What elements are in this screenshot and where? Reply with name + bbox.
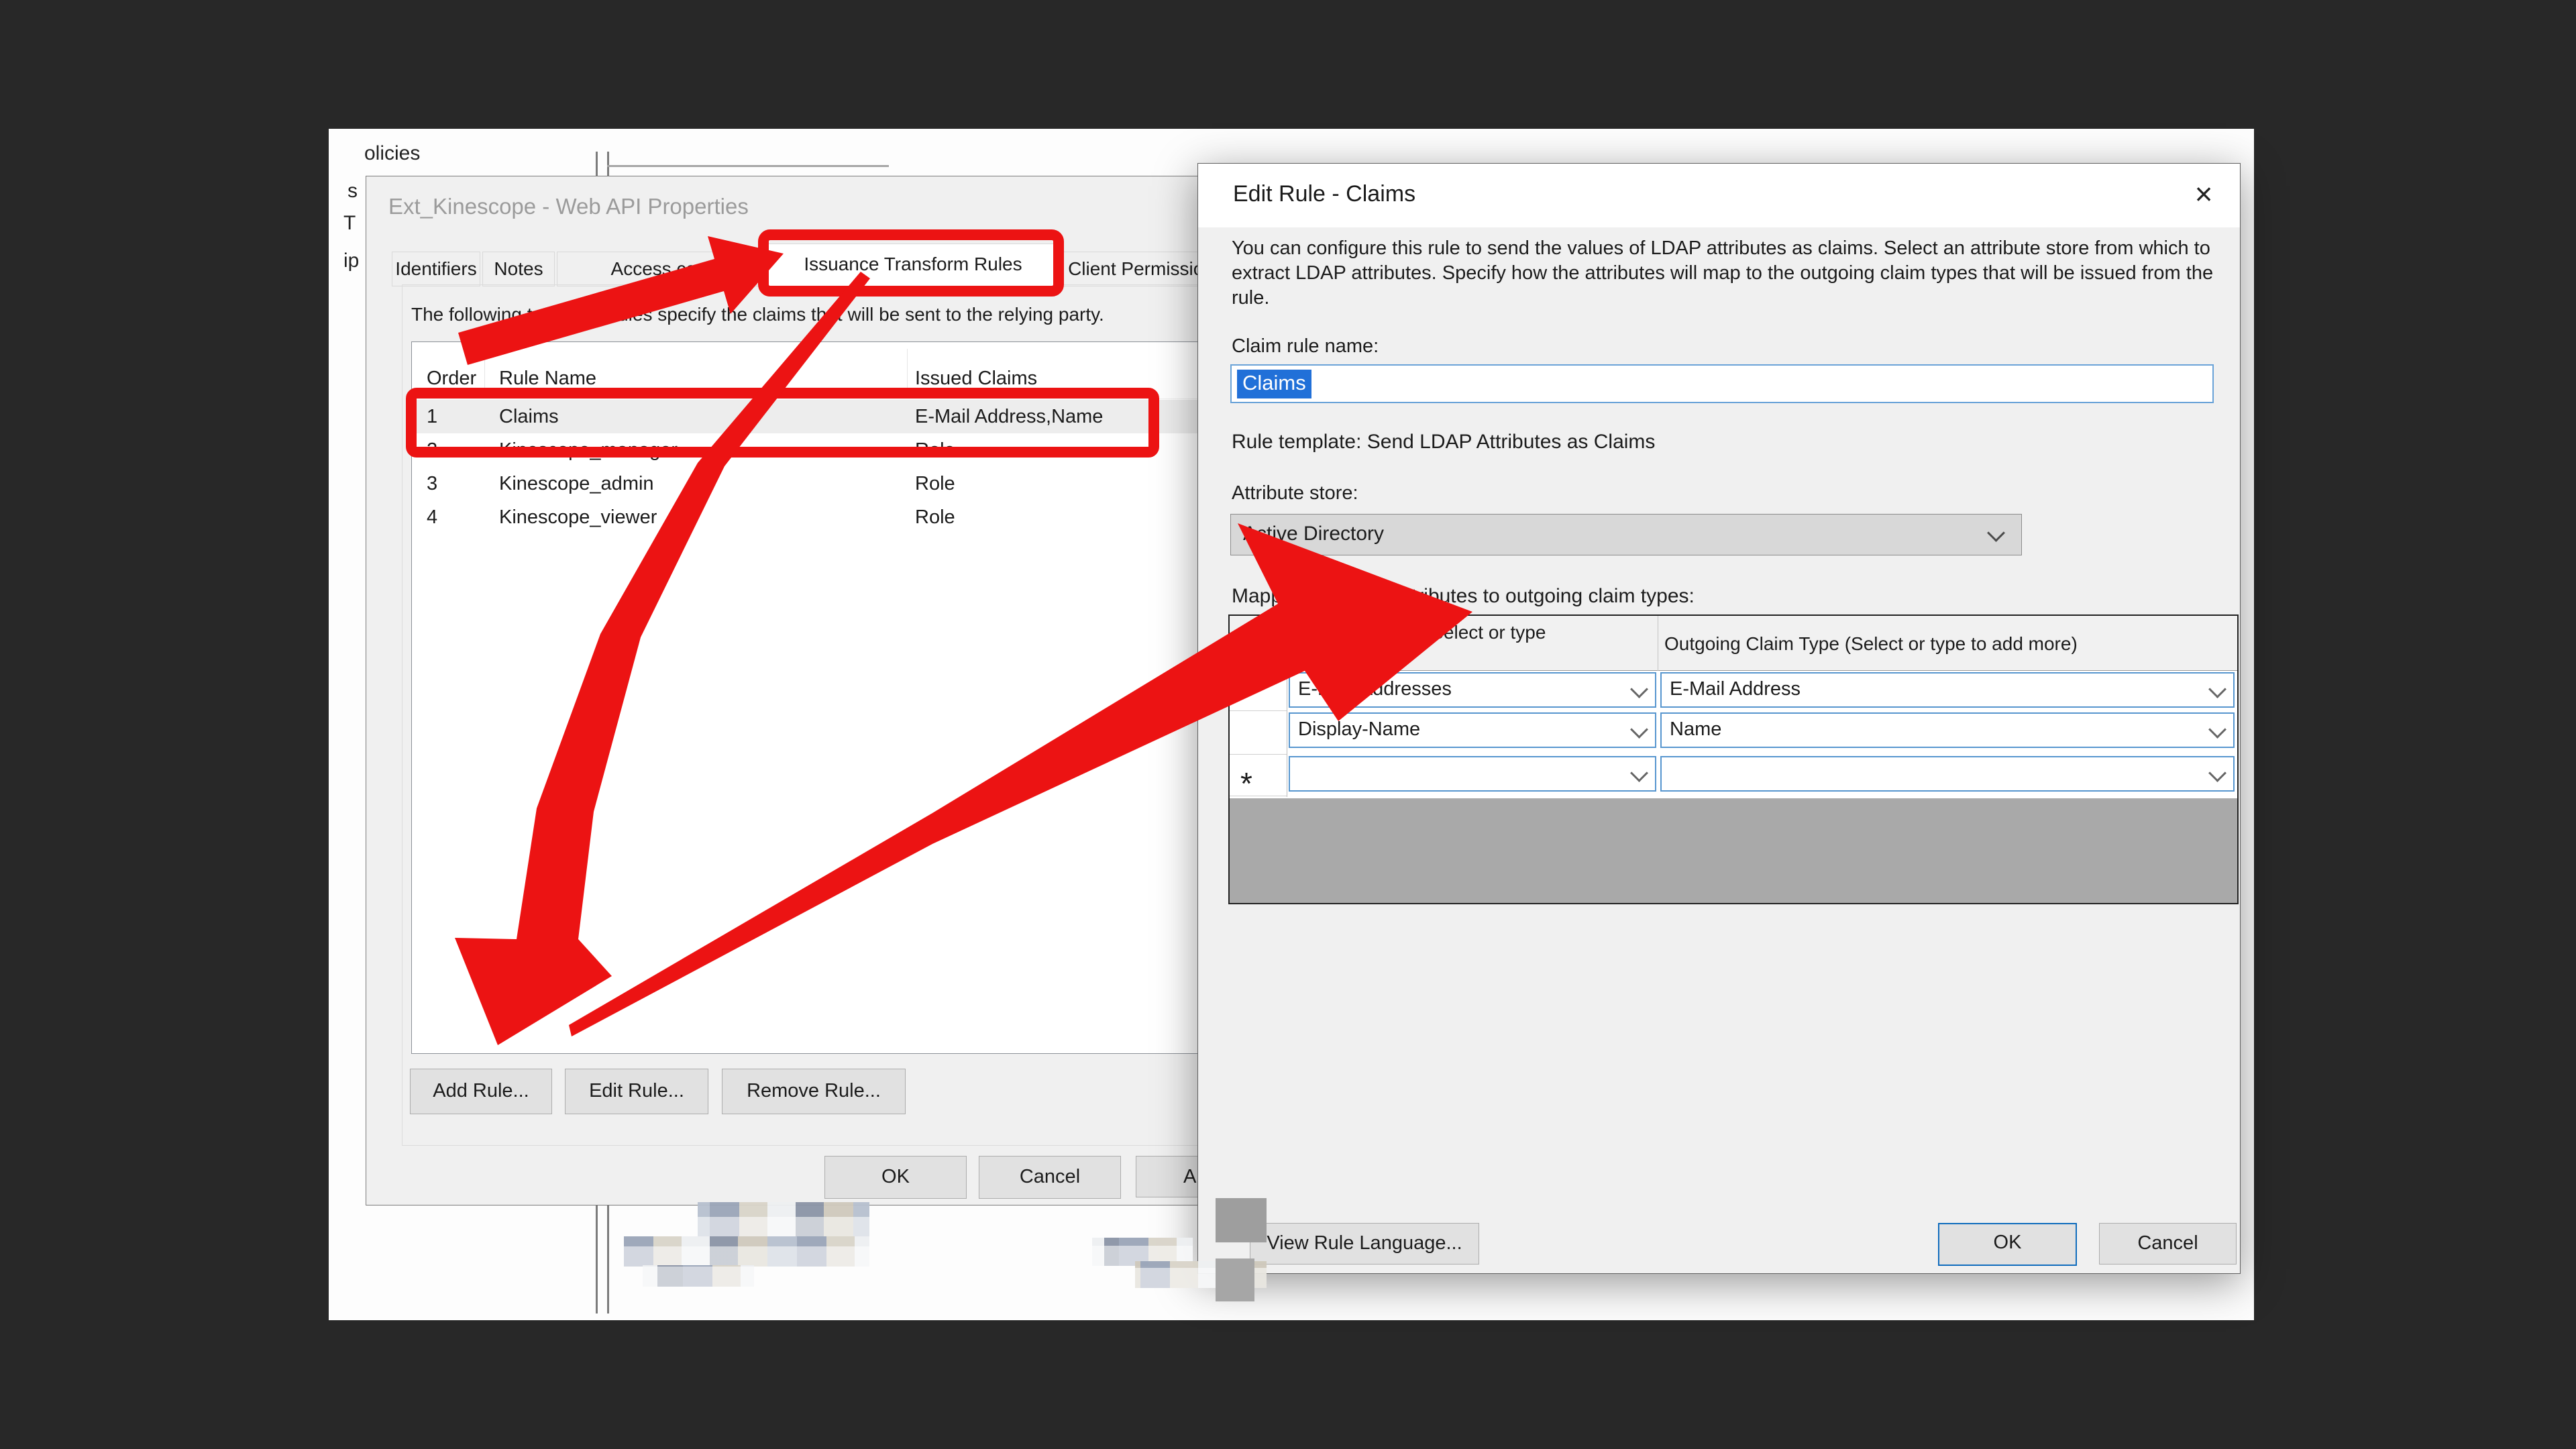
tab-access-control[interactable]: Access cont — [557, 252, 766, 286]
chevron-down-icon — [2208, 720, 2226, 739]
table-row[interactable]: 4 Kinescope_viewer Role — [412, 500, 1203, 534]
cancel-button[interactable]: Cancel — [979, 1156, 1121, 1199]
mapping-label: Mapping of LDAP attributes to outgoing c… — [1232, 585, 1695, 608]
rule-issued-claims: Role — [915, 500, 955, 534]
rule-issued-claims: Role — [915, 433, 955, 467]
close-icon[interactable]: × — [2185, 173, 2222, 215]
current-row-icon: ▶ — [1240, 679, 1255, 701]
edit-rule-button[interactable]: Edit Rule... — [565, 1069, 708, 1114]
outgoing-claim-combobox[interactable]: Name — [1660, 712, 2235, 748]
dialog-title: Ext_Kinescope - Web API Properties — [388, 194, 749, 219]
tab-notes[interactable]: Notes — [482, 252, 555, 286]
chevron-down-icon — [1630, 764, 1648, 782]
mapping-row: Display-Name Name — [1230, 712, 2237, 751]
rule-name: Kinescope_manager — [499, 433, 678, 467]
combobox-value: Name — [1670, 714, 1721, 745]
combobox-value: Display-Name — [1298, 714, 1420, 745]
transform-rules-list[interactable]: Order Rule Name Issued Claims 1 Claims E… — [411, 341, 1204, 1054]
attribute-store-dropdown[interactable]: Active Directory — [1230, 514, 2022, 555]
edit-rule-dialog: Edit Rule - Claims × You can configure t… — [1197, 163, 2241, 1274]
web-api-properties-dialog: Ext_Kinescope - Web API Properties Ident… — [366, 176, 1211, 1205]
table-row[interactable]: 2 Kinescope_manager Role — [412, 433, 1203, 467]
row-separator — [1230, 710, 1287, 711]
mapping-grid: LDAP Attribute (Select or type to add mo… — [1228, 614, 2239, 904]
screenshot-stage: olicies s T ip Ext_Kinescope - Web API P… — [0, 0, 2576, 1449]
background-pane-border — [607, 165, 889, 167]
gray-censor-block — [1216, 1258, 1254, 1301]
rule-issued-claims: Role — [915, 467, 955, 500]
grid-empty-area — [1230, 798, 2237, 903]
rule-issued-claims: E-Mail Address,Name — [915, 400, 1103, 433]
combobox-value: E-Mail Address — [1670, 674, 1801, 705]
row-separator — [1230, 754, 1287, 755]
rule-name: Claims — [499, 400, 559, 433]
add-rule-button[interactable]: Add Rule... — [410, 1069, 552, 1114]
ldap-attribute-combobox[interactable]: E-Mail-Addresses — [1289, 672, 1656, 708]
pixelated-censor-block — [698, 1202, 869, 1237]
column-divider — [907, 349, 908, 393]
mapping-row-new: * — [1230, 756, 2237, 794]
pixelated-censor-block — [624, 1236, 869, 1267]
column-header-rule-name[interactable]: Rule Name — [499, 368, 596, 390]
background-pane-divider — [596, 1201, 609, 1313]
new-row-icon: * — [1240, 765, 1252, 802]
column-header-order[interactable]: Order — [427, 368, 476, 390]
combobox-value: E-Mail-Addresses — [1298, 674, 1452, 705]
pixelated-censor-block — [643, 1265, 754, 1287]
claim-rule-name-label: Claim rule name: — [1232, 335, 1379, 358]
header-separator — [412, 398, 1203, 399]
mapping-row: ▶ E-Mail-Addresses E-Mail Address — [1230, 672, 2237, 710]
gray-censor-block — [1216, 1198, 1267, 1242]
selected-text: Claims — [1237, 370, 1311, 398]
background-text-fragment: olicies — [364, 142, 420, 165]
cancel-button[interactable]: Cancel — [2099, 1223, 2237, 1265]
ok-button[interactable]: OK — [824, 1156, 967, 1199]
grid-header-ldap-attribute: LDAP Attribute (Select or type to add mo… — [1297, 621, 1552, 665]
attribute-store-label: Attribute store: — [1232, 482, 1358, 504]
chevron-down-icon — [1630, 680, 1648, 698]
dialog-title: Edit Rule - Claims — [1233, 181, 1415, 207]
claim-rule-name-input[interactable]: Claims — [1230, 364, 2214, 403]
rule-order: 4 — [427, 500, 437, 534]
table-row[interactable]: 3 Kinescope_admin Role — [412, 467, 1203, 500]
outgoing-claim-combobox[interactable] — [1660, 756, 2235, 792]
rule-name: Kinescope_admin — [499, 467, 654, 500]
rule-order: 3 — [427, 467, 437, 500]
background-text-fragment: ip — [343, 250, 359, 272]
tab-issuance-transform-rules[interactable]: Issuance Transform Rules — [768, 244, 1058, 286]
chevron-down-icon — [2208, 764, 2226, 782]
rule-order: 1 — [427, 400, 437, 433]
remove-rule-button[interactable]: Remove Rule... — [722, 1069, 906, 1114]
tab-identifiers[interactable]: Identifiers — [392, 252, 480, 286]
chevron-down-icon — [1987, 524, 2005, 542]
grid-header-outgoing-claim-type: Outgoing Claim Type (Select or type to a… — [1664, 633, 2078, 655]
column-header-issued-claims[interactable]: Issued Claims — [915, 368, 1037, 390]
dropdown-value: Active Directory — [1243, 515, 1384, 553]
background-text-fragment: T — [343, 212, 356, 235]
chevron-down-icon — [2208, 680, 2226, 698]
table-row[interactable]: 1 Claims E-Mail Address,Name — [412, 400, 1203, 433]
chevron-down-icon — [1630, 720, 1648, 739]
background-pane-divider — [596, 152, 609, 176]
outgoing-claim-combobox[interactable]: E-Mail Address — [1660, 672, 2235, 708]
ldap-attribute-combobox[interactable] — [1289, 756, 1656, 792]
background-text-fragment: s — [347, 180, 358, 203]
rule-order: 2 — [427, 433, 437, 467]
rule-description: You can configure this rule to send the … — [1232, 236, 2224, 311]
ldap-attribute-combobox[interactable]: Display-Name — [1289, 712, 1656, 748]
rule-template-text: Rule template: Send LDAP Attributes as C… — [1232, 431, 1655, 453]
rules-description: The following transform rules specify th… — [411, 304, 1180, 325]
column-divider — [484, 349, 485, 393]
view-rule-language-button[interactable]: View Rule Language... — [1250, 1223, 1479, 1265]
ok-button[interactable]: OK — [1938, 1223, 2077, 1266]
rule-name: Kinescope_viewer — [499, 500, 657, 534]
